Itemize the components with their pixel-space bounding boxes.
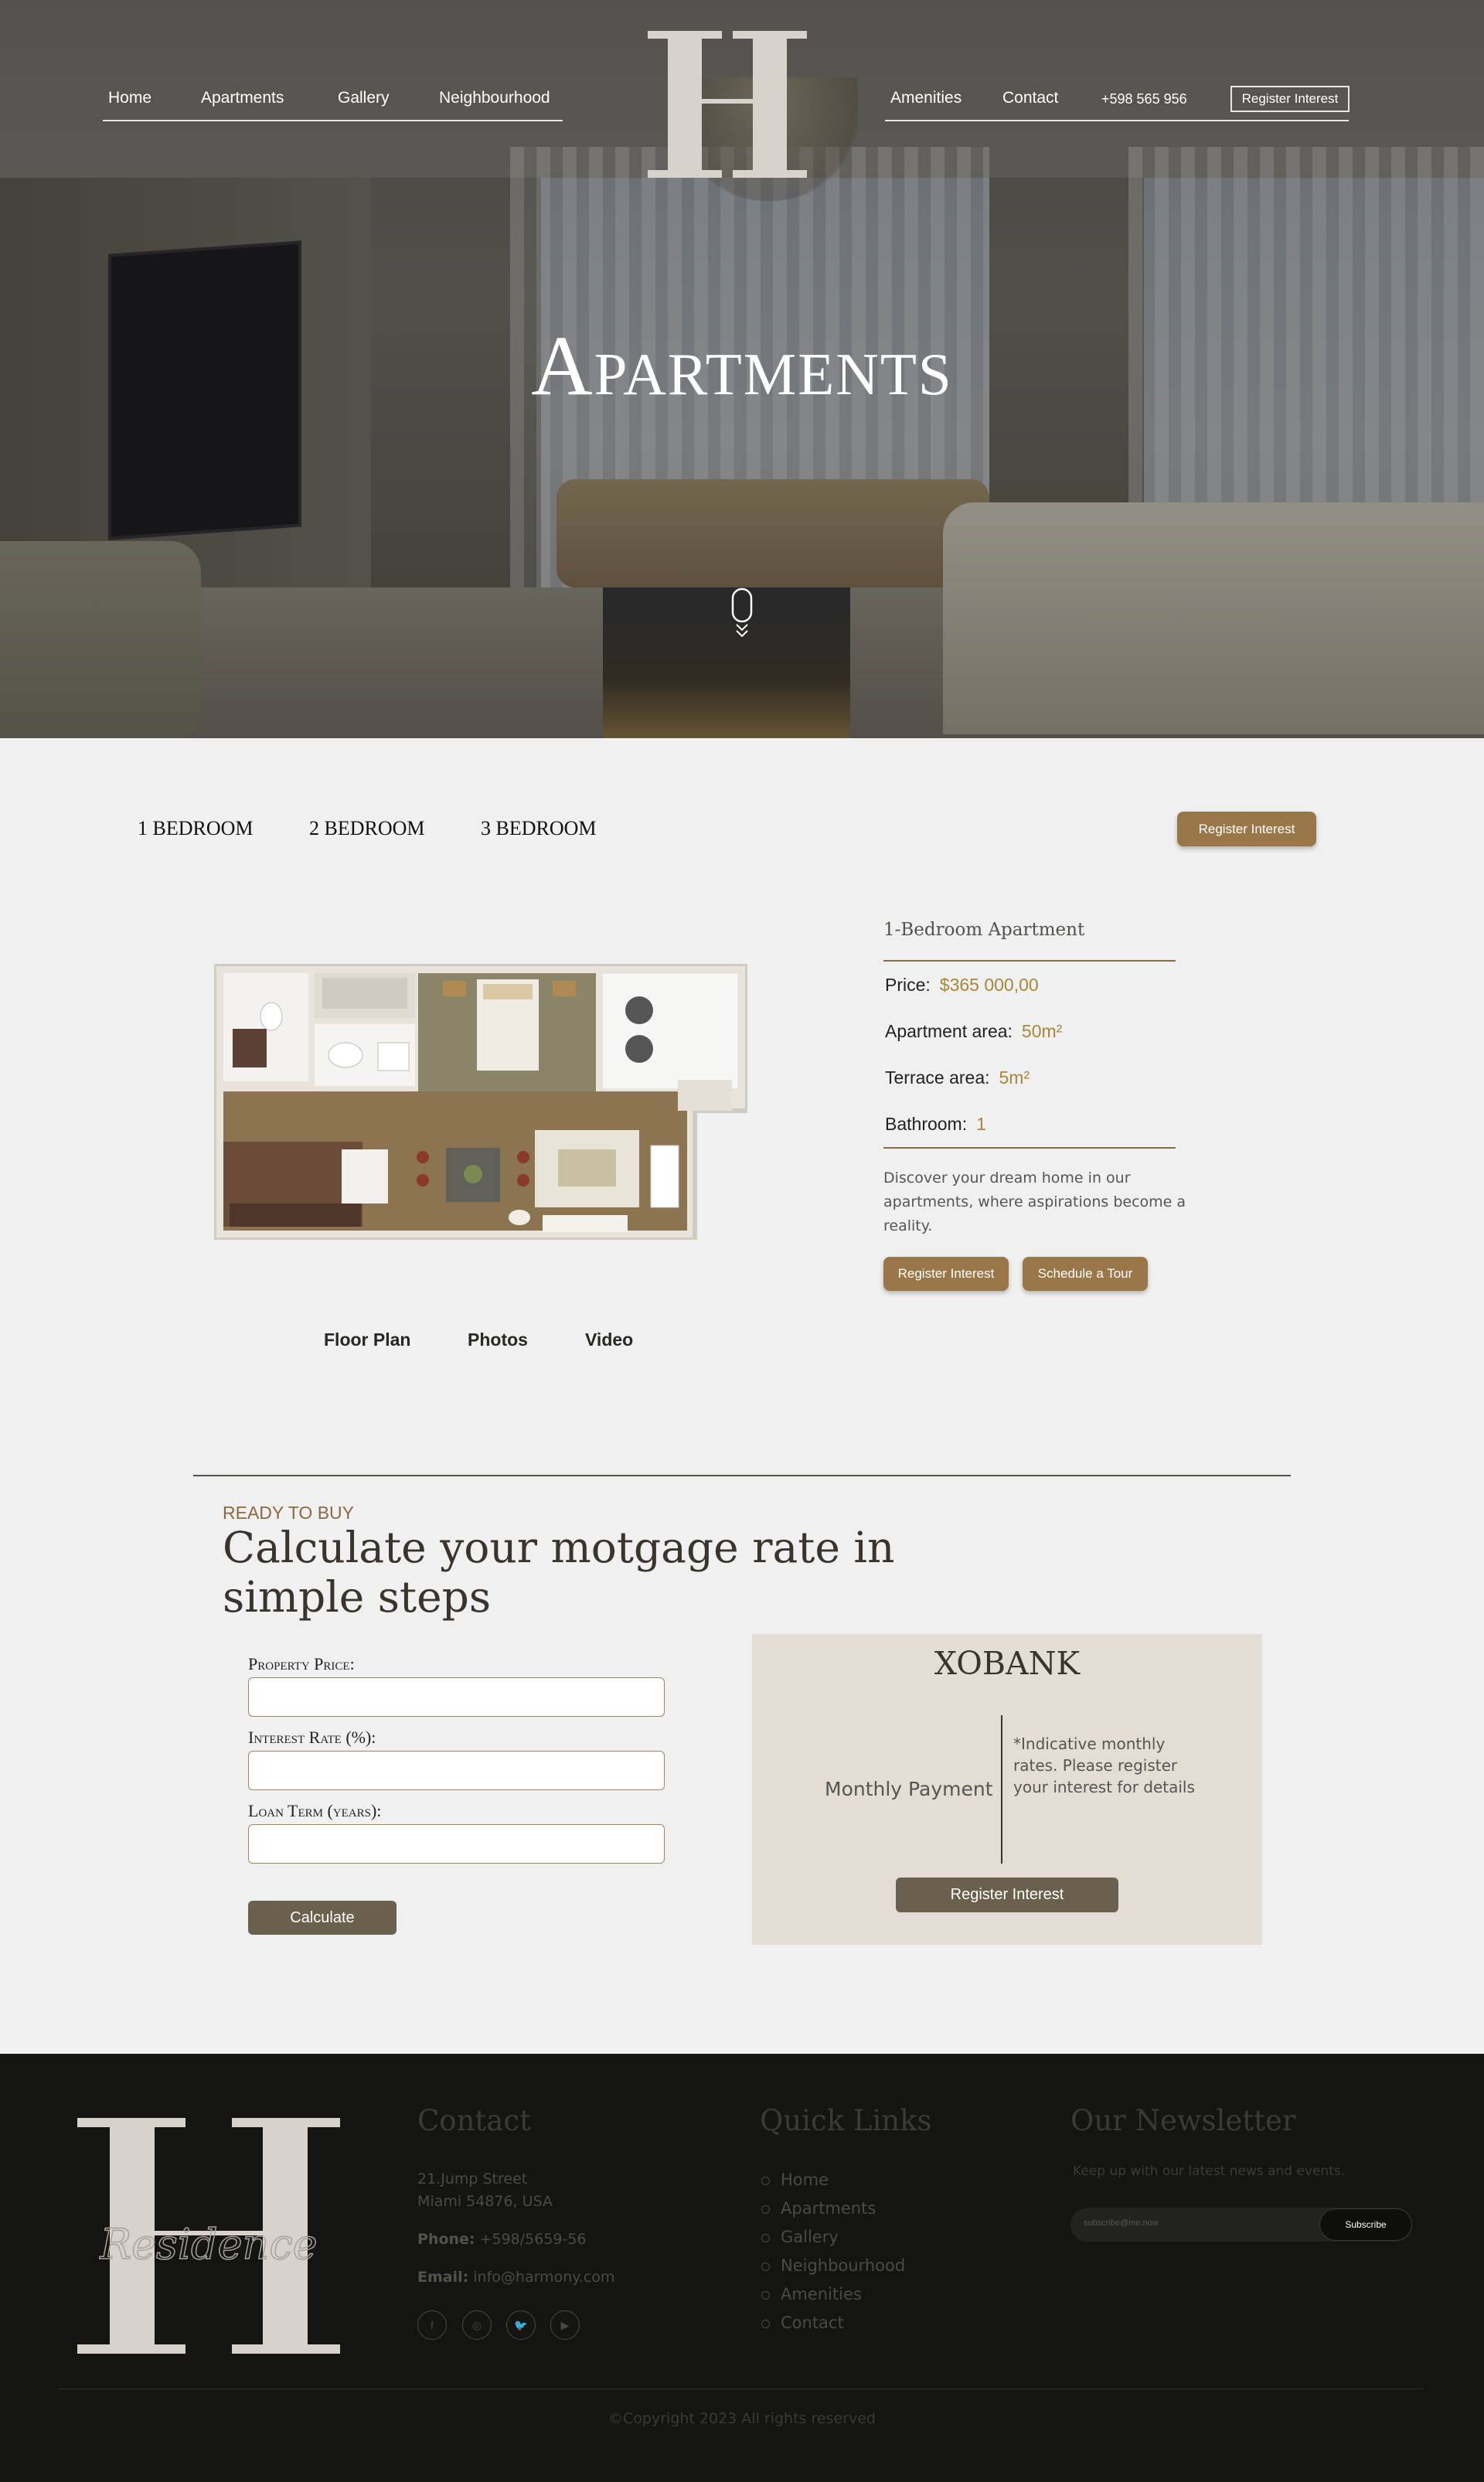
terrace-value: 5m² xyxy=(999,1067,1030,1088)
nav-underline-left xyxy=(103,120,563,121)
bank-name: XOBANK xyxy=(934,1645,1081,1682)
instagram-icon[interactable]: ◎ xyxy=(462,2310,492,2340)
footer-email-label: Email: xyxy=(417,2269,469,2286)
property-price-input[interactable] xyxy=(248,1677,665,1717)
footer-phone-value[interactable]: +598/5659-56 xyxy=(480,2231,587,2248)
price-label: Price: xyxy=(885,975,931,995)
area-label: Apartment area: xyxy=(885,1021,1013,1041)
property-price-label: Property Price: xyxy=(248,1654,355,1673)
details-divider-top xyxy=(883,960,1176,962)
youtube-icon[interactable]: ▶ xyxy=(550,2310,580,2340)
twitter-icon[interactable]: 🐦 xyxy=(506,2310,536,2340)
mortgage-title: Calculate your motgage rate in simple st… xyxy=(223,1523,895,1622)
newsletter-description: Keep up with our latest news and events. xyxy=(1073,2164,1346,2179)
bathroom-label: Bathroom: xyxy=(885,1114,968,1134)
nav-register-interest-button[interactable]: Register Interest xyxy=(1230,86,1350,112)
footer-link-amenities[interactable]: Amenities xyxy=(761,2285,862,2303)
nav-phone[interactable]: +598 565 956 xyxy=(1101,91,1187,107)
interest-rate-input[interactable] xyxy=(248,1751,665,1790)
schedule-tour-button[interactable]: Schedule a Tour xyxy=(1023,1257,1148,1291)
footer-phone-label: Phone: xyxy=(417,2231,475,2248)
loan-term-input[interactable] xyxy=(248,1824,665,1864)
copyright-text: ©Copyright 2023 All rights reserved xyxy=(608,2410,876,2427)
nav-underline-right xyxy=(885,120,1349,121)
bank-divider xyxy=(1001,1715,1002,1864)
tab-2-bedroom[interactable]: 2 BEDROOM xyxy=(309,817,425,840)
footer-logo-script: Residence xyxy=(99,2220,317,2269)
scroll-down-icon[interactable] xyxy=(730,587,754,638)
loan-term-label: Loan Term (years): xyxy=(248,1801,382,1820)
footer-link-apartments[interactable]: Apartments xyxy=(761,2199,876,2218)
apartment-register-button[interactable]: Register Interest xyxy=(883,1257,1009,1291)
footer-link-neighbourhood[interactable]: Neighbourhood xyxy=(761,2256,905,2275)
terrace-label: Terrace area: xyxy=(885,1067,990,1088)
footer-divider xyxy=(59,2388,1423,2389)
bathroom-row: Bathroom: 1 xyxy=(885,1114,986,1135)
footer-link-home[interactable]: Home xyxy=(761,2170,829,2189)
calculate-button[interactable]: Calculate xyxy=(248,1901,397,1935)
monthly-payment-label: Monthly Payment xyxy=(825,1778,993,1800)
footer-quick-links-title: Quick Links xyxy=(760,2104,932,2137)
facebook-icon[interactable]: f xyxy=(417,2310,447,2340)
price-row: Price: $365 000,00 xyxy=(885,975,1039,996)
media-tab-photos[interactable]: Photos xyxy=(468,1330,528,1350)
footer-address-1: 21.Jump Street xyxy=(417,2170,528,2187)
nav-neighbourhood[interactable]: Neighbourhood xyxy=(439,89,550,107)
tab-1-bedroom[interactable]: 1 BEDROOM xyxy=(138,817,254,840)
terrace-row: Terrace area: 5m² xyxy=(885,1067,1030,1088)
footer-link-contact[interactable]: Contact xyxy=(761,2313,844,2332)
media-tab-floor-plan[interactable]: Floor Plan xyxy=(324,1330,410,1350)
bank-register-button[interactable]: Register Interest xyxy=(896,1878,1118,1912)
footer-residence-logo: Residence xyxy=(77,2118,340,2354)
media-tab-video[interactable]: Video xyxy=(585,1330,633,1350)
subscribe-button[interactable]: Subscribe xyxy=(1319,2208,1412,2241)
price-value: $365 000,00 xyxy=(939,975,1039,995)
indicative-rate-note: *Indicative monthly rates. Please regist… xyxy=(1013,1735,1195,1796)
tab-3-bedroom[interactable]: 3 BEDROOM xyxy=(481,817,597,840)
nav-gallery[interactable]: Gallery xyxy=(338,89,390,107)
footer-email-value[interactable]: info@harmony.com xyxy=(473,2269,614,2286)
area-row: Apartment area: 50m² xyxy=(885,1021,1062,1042)
nav-apartments[interactable]: Apartments xyxy=(201,89,284,107)
area-value: 50m² xyxy=(1021,1021,1063,1041)
bathroom-value: 1 xyxy=(976,1114,986,1134)
floor-plan-image[interactable] xyxy=(214,964,747,1240)
nav-home[interactable]: Home xyxy=(108,89,151,107)
hero-title: Apartments xyxy=(531,318,953,413)
apartment-description: Discover your dream home in our apartmen… xyxy=(883,1170,1186,1234)
interest-rate-label: Interest Rate (%): xyxy=(248,1728,376,1747)
register-interest-button[interactable]: Register Interest xyxy=(1177,812,1316,846)
mortgage-eyebrow: READY TO BUY xyxy=(223,1503,355,1523)
footer-contact-title: Contact xyxy=(417,2104,531,2137)
nav-contact[interactable]: Contact xyxy=(1002,89,1058,107)
details-divider-bottom xyxy=(883,1147,1176,1149)
section-divider xyxy=(193,1475,1291,1476)
footer-link-gallery[interactable]: Gallery xyxy=(761,2228,839,2246)
footer-address-2: Miami 54876, USA xyxy=(417,2193,553,2210)
footer-newsletter-title: Our Newsletter xyxy=(1070,2104,1296,2137)
apartment-title: 1-Bedroom Apartment xyxy=(883,920,1085,940)
nav-amenities[interactable]: Amenities xyxy=(890,89,962,107)
newsletter-email-input[interactable]: subscribe@me.now xyxy=(1084,2218,1159,2228)
footer-phone: Phone: +598/5659-56 xyxy=(417,2231,587,2248)
harmony-h-logo[interactable] xyxy=(648,31,807,178)
footer-email: Email: info@harmony.com xyxy=(417,2269,614,2286)
